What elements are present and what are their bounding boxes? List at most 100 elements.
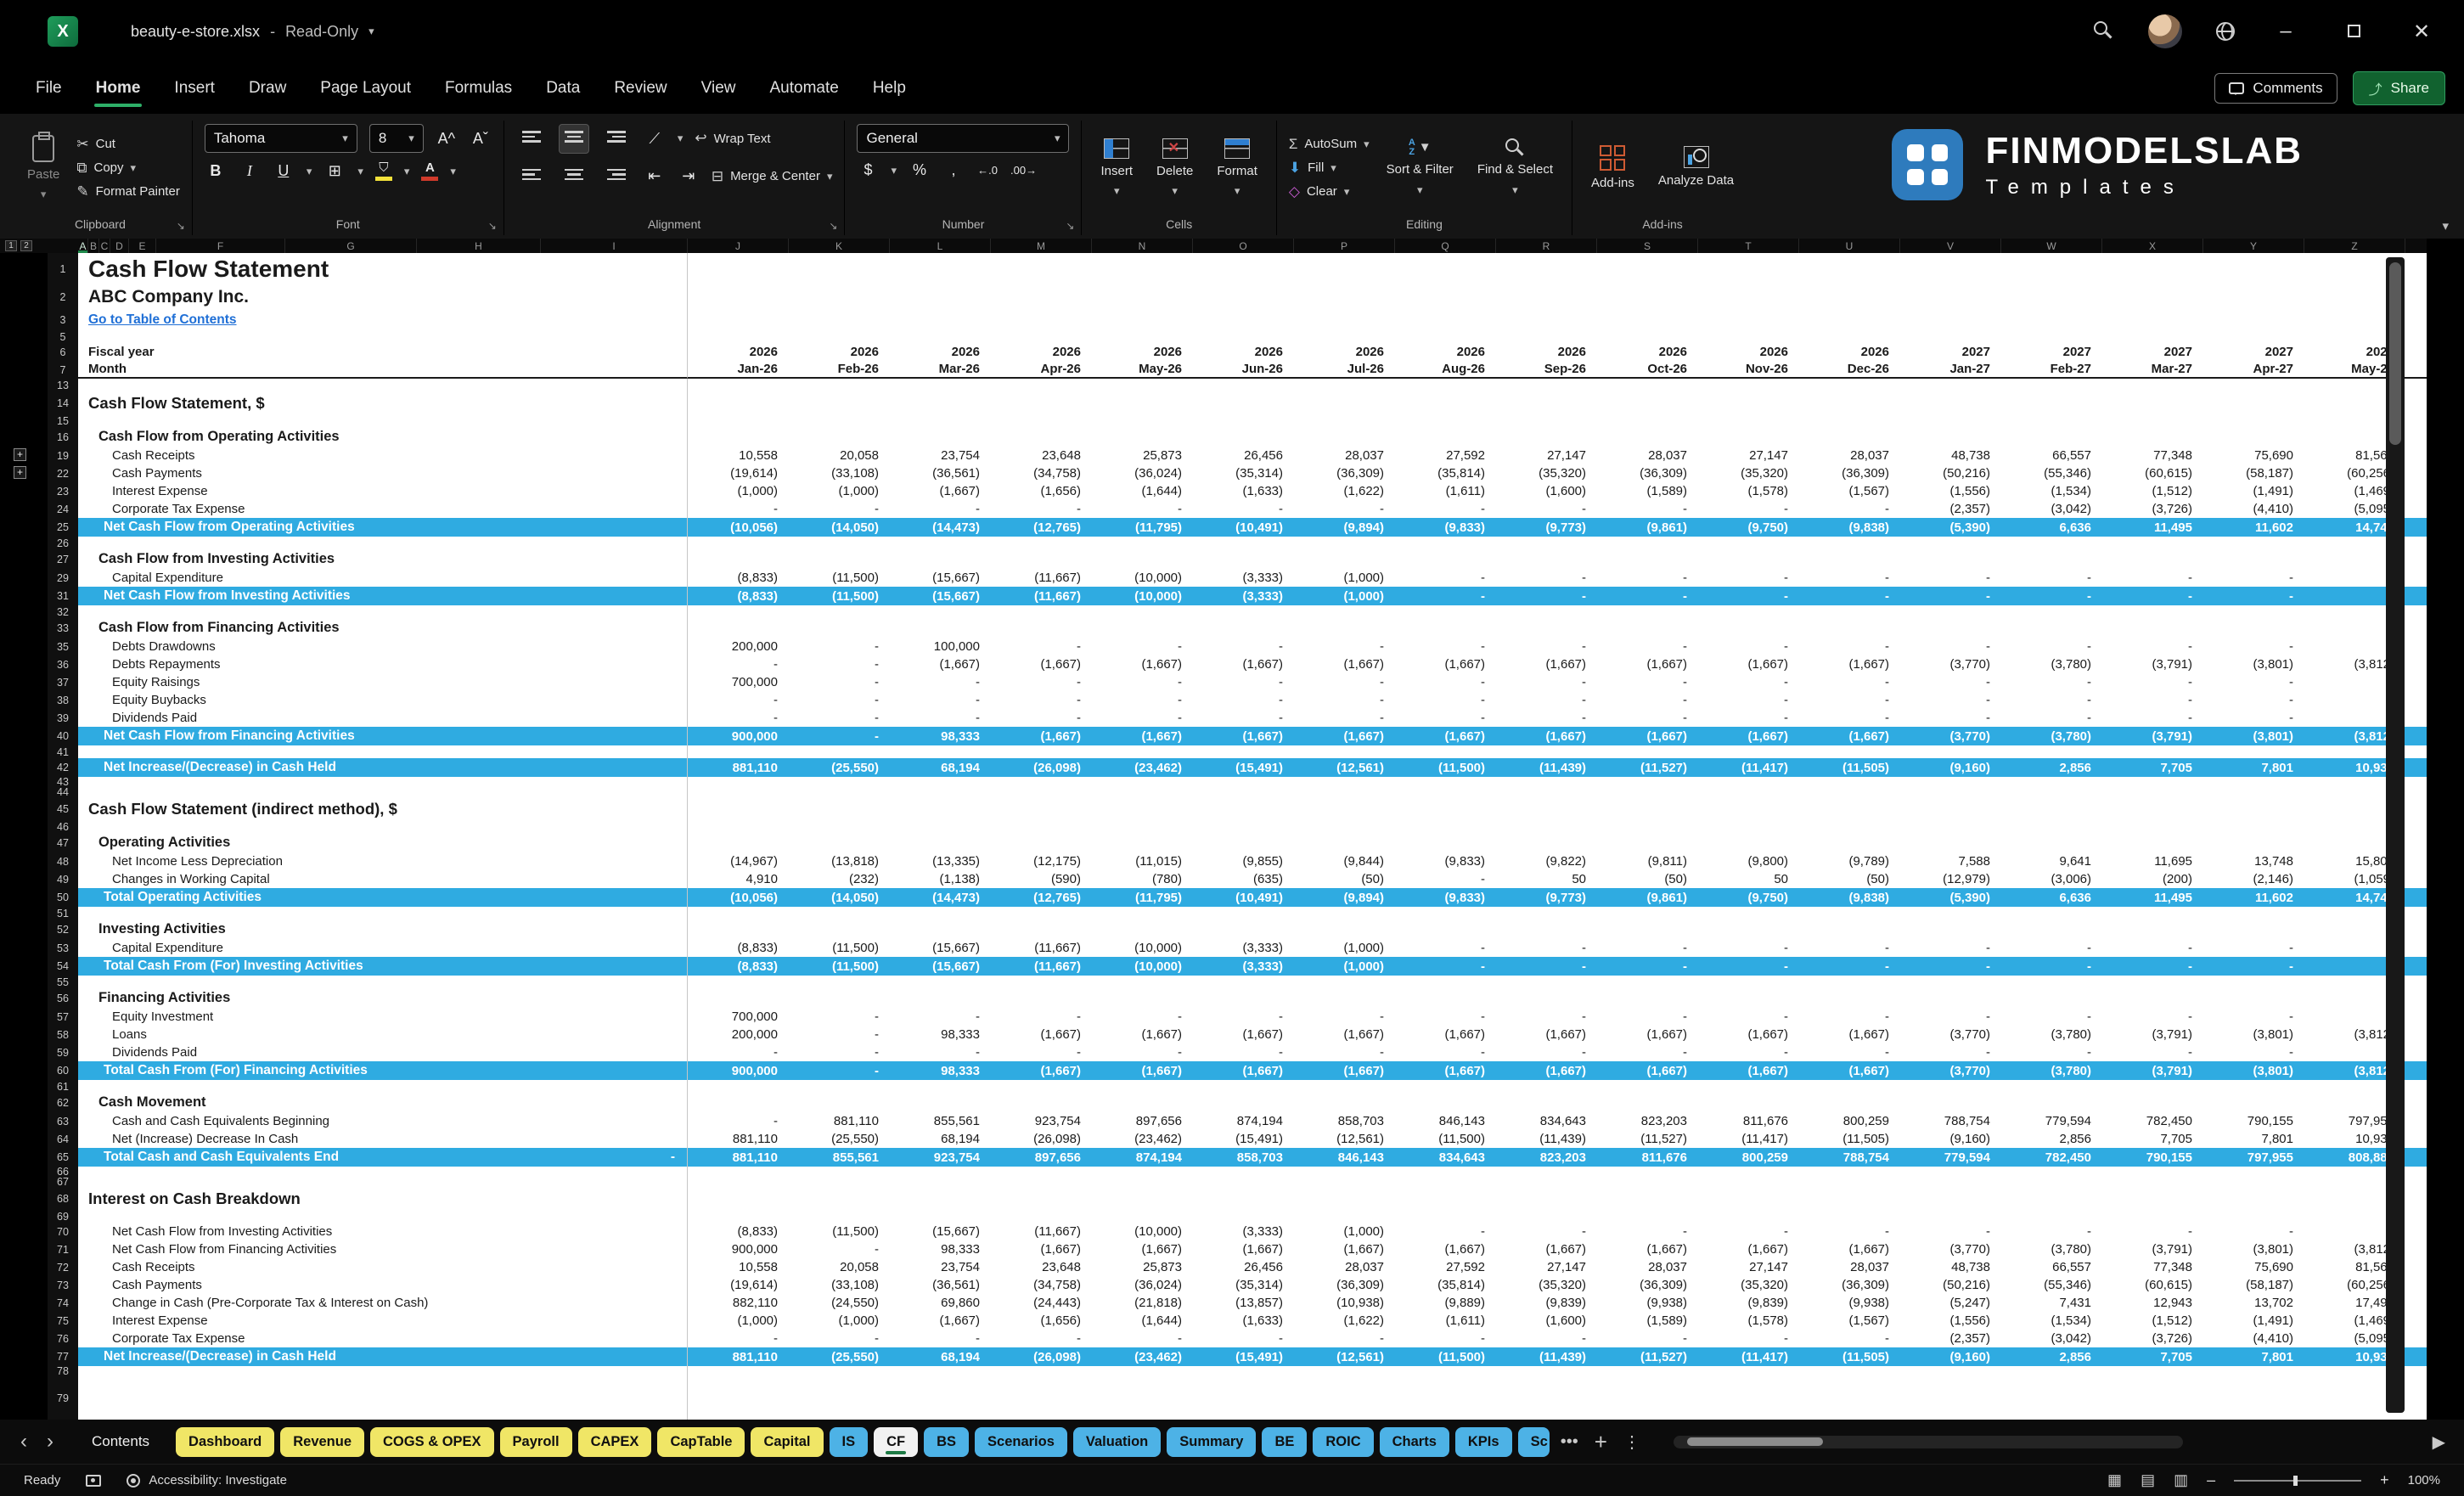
cell[interactable]: [1193, 391, 1294, 414]
cell[interactable]: (1,589): [1597, 482, 1698, 500]
cell[interactable]: (3,780): [2001, 655, 2102, 673]
cell[interactable]: 2026: [1193, 343, 1294, 361]
cell[interactable]: -: [1597, 691, 1698, 709]
cell[interactable]: Oct-26: [1597, 361, 1698, 379]
cell[interactable]: [1496, 391, 1597, 414]
cell[interactable]: [2102, 797, 2203, 820]
cell[interactable]: 7,705: [2102, 1130, 2203, 1148]
column-header-S[interactable]: S: [1597, 239, 1698, 253]
cell[interactable]: [1698, 777, 1799, 787]
cell[interactable]: [2405, 447, 2427, 464]
cell[interactable]: Cash Movement: [78, 1093, 688, 1112]
cell[interactable]: -: [1799, 569, 1900, 587]
cell[interactable]: [2405, 1376, 2427, 1420]
cell[interactable]: (10,000): [1092, 939, 1193, 957]
cell[interactable]: [1395, 1167, 1496, 1177]
cell[interactable]: (1,667): [1193, 1240, 1294, 1258]
row-header[interactable]: 74: [48, 1294, 78, 1312]
column-header-B[interactable]: B: [88, 239, 99, 253]
font-launcher-icon[interactable]: ↘: [488, 220, 497, 232]
cell[interactable]: (1,667): [890, 482, 991, 500]
cell[interactable]: (10,491): [1193, 518, 1294, 537]
cell[interactable]: -: [1193, 709, 1294, 727]
cell[interactable]: [1698, 330, 1799, 343]
cell[interactable]: (1,667): [1496, 1026, 1597, 1043]
cell[interactable]: [1799, 920, 1900, 939]
cell[interactable]: [2405, 758, 2427, 777]
cell[interactable]: (13,818): [789, 852, 890, 870]
cell[interactable]: [1698, 1366, 1799, 1376]
cell[interactable]: -: [2001, 638, 2102, 655]
cell[interactable]: [1698, 537, 1799, 549]
cell[interactable]: 858,703: [1294, 1112, 1395, 1130]
cell[interactable]: [2203, 391, 2304, 414]
cell[interactable]: [1092, 920, 1193, 939]
cell[interactable]: [1294, 618, 1395, 638]
cell[interactable]: [1900, 1187, 2001, 1210]
cell[interactable]: (35,320): [1698, 1276, 1799, 1294]
cell[interactable]: [1496, 1093, 1597, 1112]
cell[interactable]: [688, 391, 789, 414]
cell[interactable]: 66,557: [2001, 447, 2102, 464]
borders-caret-icon[interactable]: ▾: [357, 165, 363, 178]
cell[interactable]: [2001, 1187, 2102, 1210]
cell[interactable]: (9,938): [1597, 1294, 1698, 1312]
cell[interactable]: -: [2102, 1223, 2203, 1240]
cell[interactable]: [2203, 907, 2304, 920]
cell[interactable]: [2001, 537, 2102, 549]
cell[interactable]: (36,309): [1294, 1276, 1395, 1294]
cell[interactable]: [1193, 537, 1294, 549]
cell[interactable]: (9,833): [1395, 888, 1496, 907]
cell[interactable]: (19,614): [688, 1276, 789, 1294]
cell[interactable]: -: [2102, 1008, 2203, 1026]
cell[interactable]: 2026: [991, 343, 1092, 361]
cell[interactable]: (11,439): [1496, 1130, 1597, 1148]
cell[interactable]: -: [1799, 1008, 1900, 1026]
cell[interactable]: (25,550): [789, 1130, 890, 1148]
cell[interactable]: (3,791): [2102, 1026, 2203, 1043]
cell[interactable]: [1799, 391, 1900, 414]
cell[interactable]: [2001, 907, 2102, 920]
cell[interactable]: [1294, 391, 1395, 414]
collapse-ribbon-icon[interactable]: ▾: [2442, 218, 2449, 233]
row-header[interactable]: 47: [48, 833, 78, 852]
cell[interactable]: [789, 907, 890, 920]
cell[interactable]: 69,860: [890, 1294, 991, 1312]
cell[interactable]: [1496, 284, 1597, 309]
cell[interactable]: (1,667): [1092, 727, 1193, 745]
vertical-scrollbar[interactable]: [2386, 257, 2405, 1413]
cell[interactable]: (3,770): [1900, 1026, 2001, 1043]
cell[interactable]: [1294, 920, 1395, 939]
cell[interactable]: [78, 907, 688, 920]
cell[interactable]: [2001, 777, 2102, 787]
cell[interactable]: 11,602: [2203, 888, 2304, 907]
cell[interactable]: -: [1395, 1330, 1496, 1347]
cell[interactable]: [1698, 820, 1799, 833]
cell[interactable]: 28,037: [1294, 1258, 1395, 1276]
cell[interactable]: (1,667): [1698, 1240, 1799, 1258]
cell[interactable]: (1,491): [2203, 482, 2304, 500]
cell[interactable]: [991, 1167, 1092, 1177]
zoom-slider-knob[interactable]: [2293, 1476, 2298, 1486]
cell[interactable]: 779,594: [1900, 1148, 2001, 1167]
row-header[interactable]: 45: [48, 797, 78, 820]
row-header[interactable]: 49: [48, 870, 78, 888]
sheet-tab-cf[interactable]: CF: [874, 1427, 918, 1457]
cell[interactable]: (35,814): [1395, 1276, 1496, 1294]
cell[interactable]: (24,550): [789, 1294, 890, 1312]
cell[interactable]: [1698, 907, 1799, 920]
cell[interactable]: [890, 988, 991, 1008]
cell[interactable]: -: [2203, 939, 2304, 957]
cell[interactable]: [688, 1210, 789, 1223]
cell[interactable]: [1597, 1167, 1698, 1177]
cell[interactable]: [1799, 549, 1900, 569]
cell[interactable]: (3,791): [2102, 655, 2203, 673]
cell[interactable]: (1,667): [1597, 727, 1698, 745]
decrease-indent-button[interactable]: ⇤: [644, 167, 666, 185]
cell[interactable]: -: [1799, 673, 1900, 691]
cell[interactable]: 855,561: [789, 1148, 890, 1167]
cell[interactable]: [688, 618, 789, 638]
cell[interactable]: [991, 253, 1092, 284]
cell[interactable]: Sep-26: [1496, 361, 1597, 379]
cell[interactable]: [1799, 820, 1900, 833]
